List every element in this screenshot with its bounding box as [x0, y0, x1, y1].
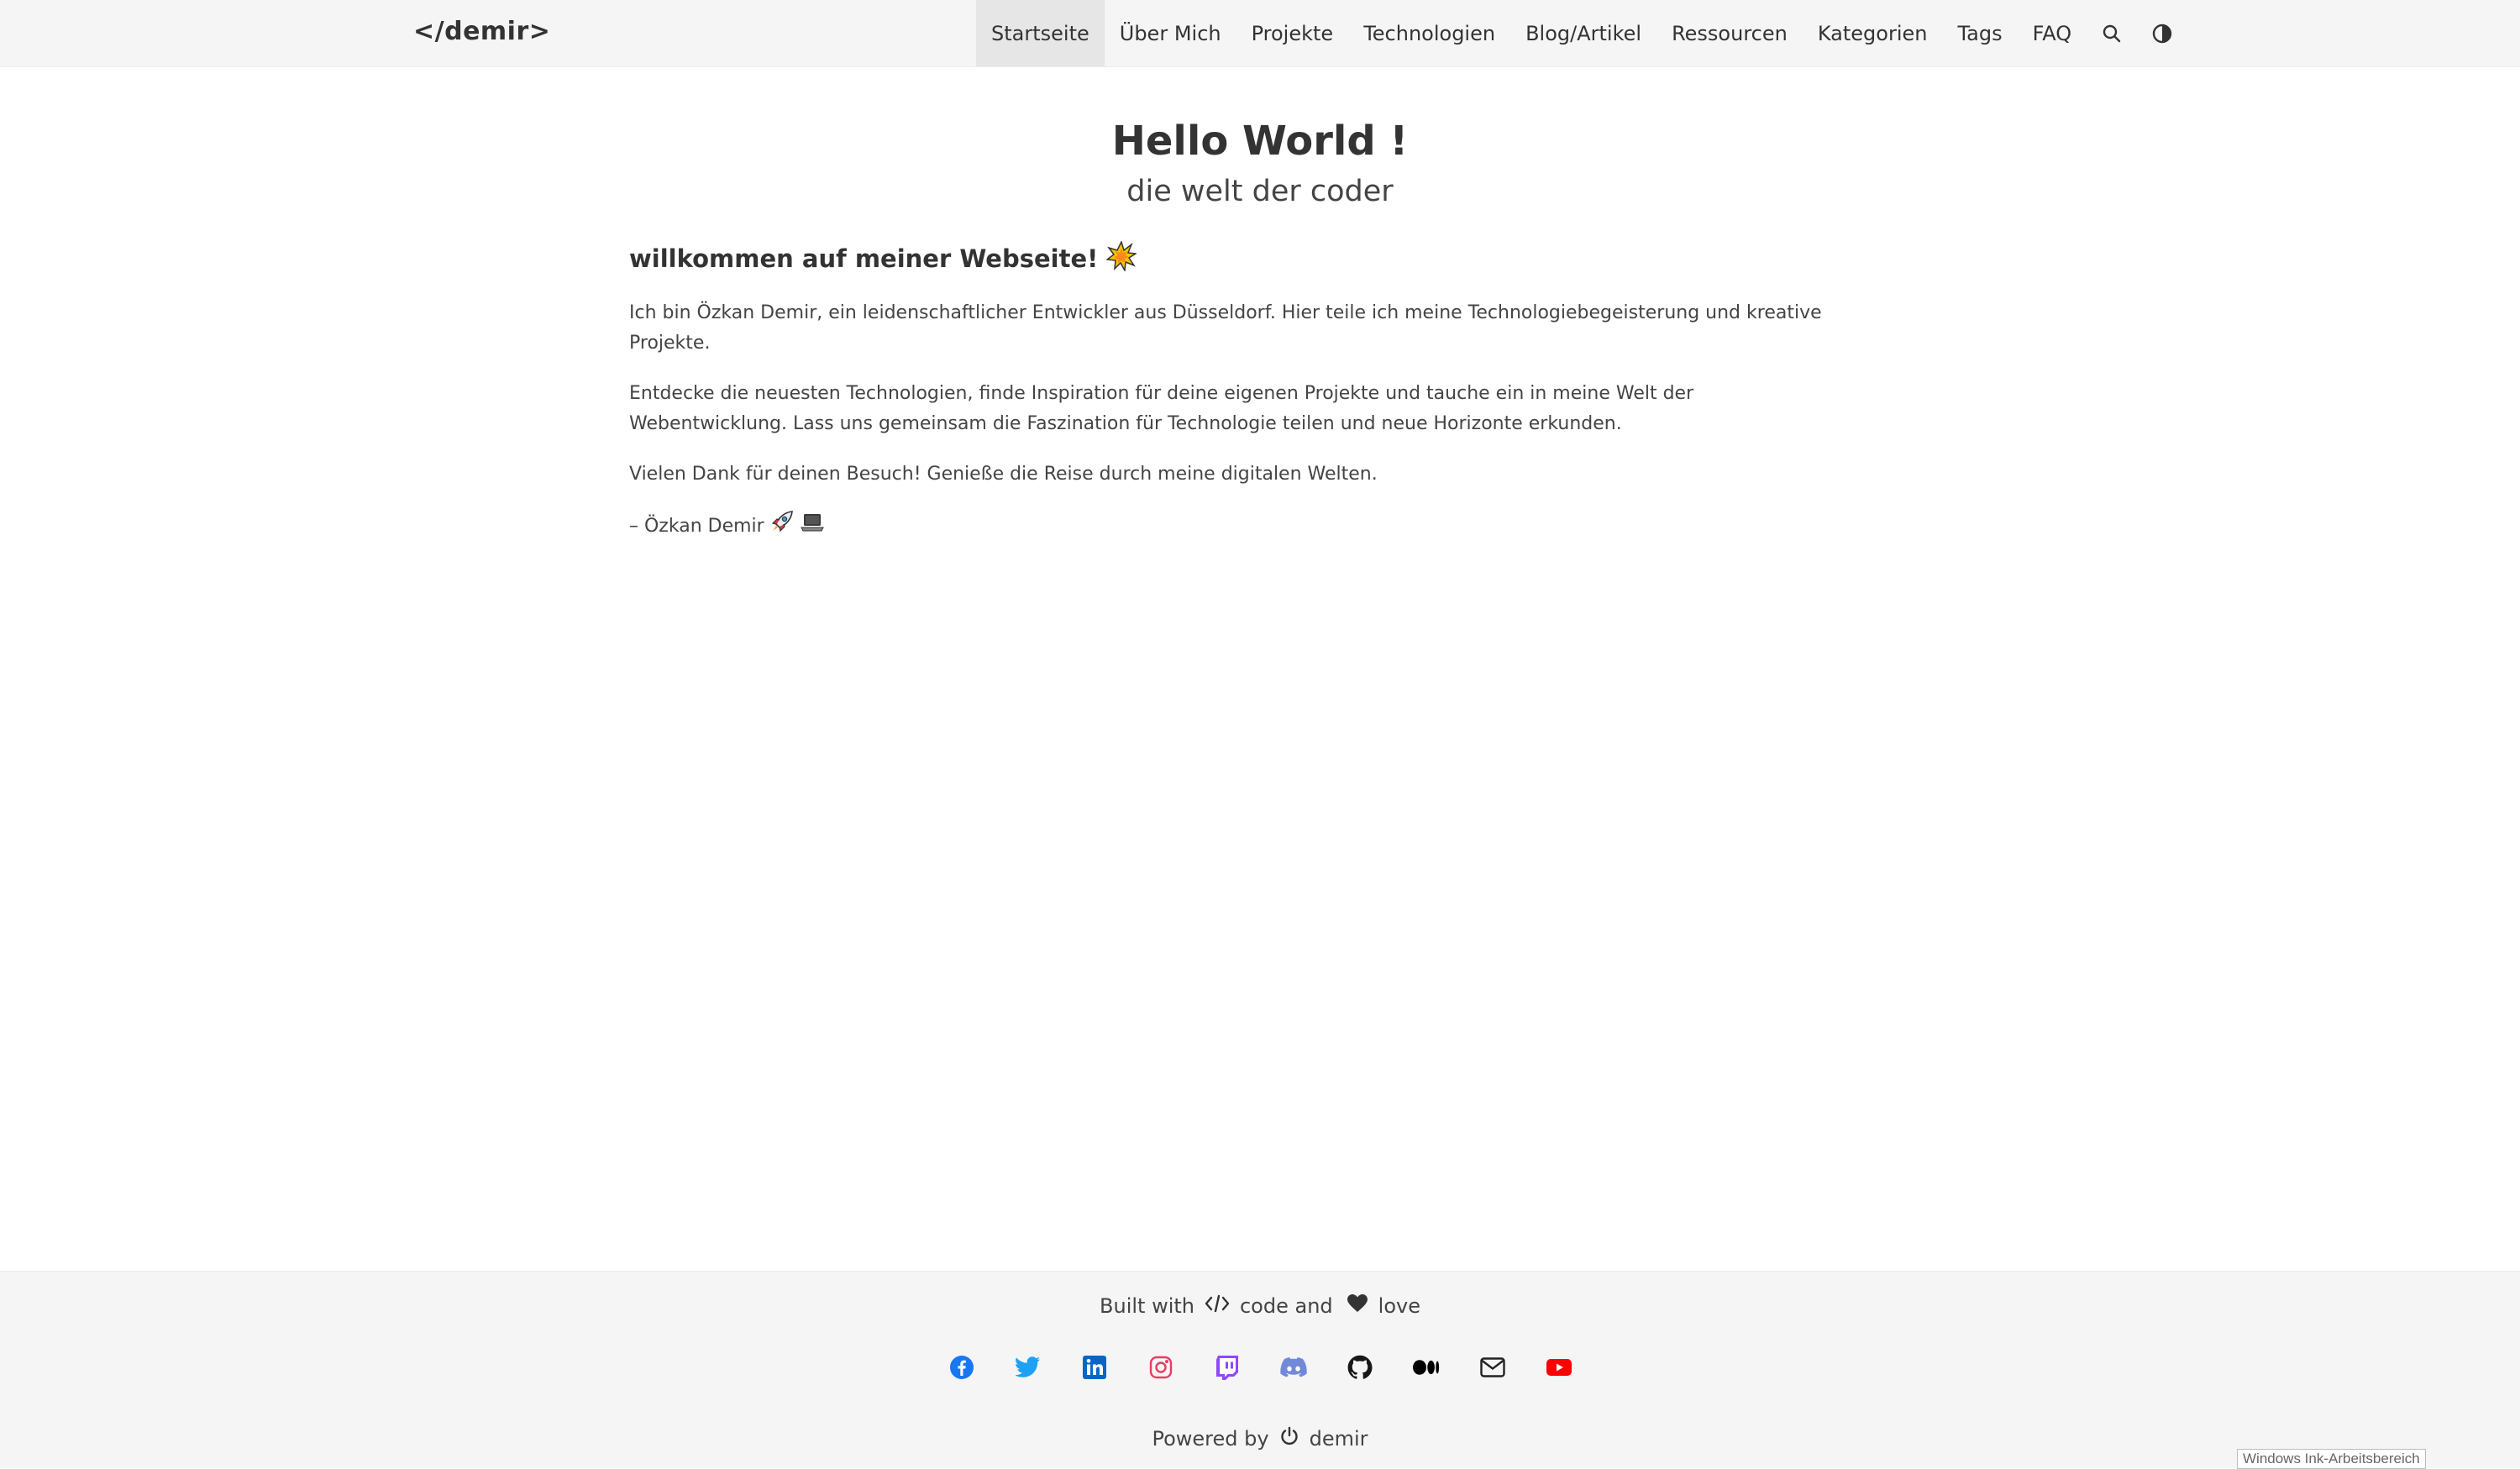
github-icon[interactable]	[1347, 1354, 1373, 1381]
twitch-icon[interactable]	[1214, 1354, 1241, 1381]
page-title: Hello World !	[1111, 118, 1409, 165]
windows-ink-badge[interactable]: Windows Ink-Arbeitsbereich	[2237, 1449, 2426, 1469]
nav-item-projekte[interactable]: Projekte	[1236, 0, 1349, 66]
twitter-icon[interactable]	[1015, 1354, 1042, 1381]
nav-item-tags[interactable]: Tags	[1942, 0, 2017, 66]
theme-toggle-icon[interactable]	[2137, 0, 2187, 66]
nav-item-ressourcen[interactable]: Ressourcen	[1656, 0, 1803, 66]
nav-item-startseite[interactable]: Startseite	[976, 0, 1105, 66]
nav-item-faq[interactable]: FAQ	[2018, 0, 2087, 66]
built-with-line: Built with code and love	[0, 1291, 2520, 1321]
code-icon	[1205, 1293, 1230, 1319]
thanks-paragraph: Vielen Dank für deinen Besuch! Genieße d…	[629, 464, 1378, 485]
top-navbar: </demir> Startseite Über Mich Projekte T…	[0, 0, 2520, 67]
collision-emoji	[1105, 239, 1138, 277]
signature-line: – Özkan Demir	[629, 510, 1856, 543]
welcome-heading: willkommen auf meiner Webseite!	[629, 238, 1856, 280]
welcome-heading-text: willkommen auf meiner Webseite!	[629, 244, 1099, 273]
discover-paragraph: Entdecke die neuesten Technologien, find…	[629, 383, 1694, 434]
page-subtitle: die welt der coder	[1126, 175, 1394, 208]
powered-by-text: Powered by	[1152, 1427, 1269, 1451]
instagram-icon[interactable]	[1147, 1354, 1174, 1381]
email-icon[interactable]	[1479, 1354, 1506, 1381]
powered-by-name[interactable]: demir	[1310, 1427, 1368, 1451]
brand-logo[interactable]: </demir>	[413, 0, 550, 66]
medium-icon[interactable]	[1412, 1354, 1440, 1381]
heart-icon	[1347, 1293, 1368, 1319]
signature-text: – Özkan Demir	[629, 516, 764, 537]
facebook-icon[interactable]	[948, 1354, 975, 1381]
built-with-text: Built with	[1100, 1294, 1194, 1318]
nav-item-kategorien[interactable]: Kategorien	[1803, 0, 1943, 66]
discord-icon[interactable]	[1279, 1354, 1307, 1381]
built-code-text: code and	[1239, 1294, 1333, 1318]
search-icon[interactable]	[2087, 0, 2137, 66]
built-love-text: love	[1378, 1294, 1420, 1318]
power-icon	[1279, 1426, 1299, 1451]
powered-by-line: Powered by demir	[0, 1424, 2520, 1454]
rocket-emoji	[770, 510, 794, 543]
nav-menu: Startseite Über Mich Projekte Technologi…	[976, 0, 2187, 66]
linkedin-icon[interactable]	[1081, 1354, 1108, 1381]
laptop-emoji	[800, 510, 825, 543]
nav-item-ueber-mich[interactable]: Über Mich	[1105, 0, 1236, 66]
nav-item-technologien[interactable]: Technologien	[1348, 0, 1510, 66]
nav-item-blog[interactable]: Blog/Artikel	[1510, 0, 1656, 66]
intro-paragraph: Ich bin Özkan Demir, ein leidenschaftlic…	[629, 302, 1822, 354]
social-links	[0, 1354, 2520, 1381]
youtube-icon[interactable]	[1546, 1354, 1572, 1381]
welcome-section: willkommen auf meiner Webseite! Ich bin …	[629, 238, 1856, 564]
